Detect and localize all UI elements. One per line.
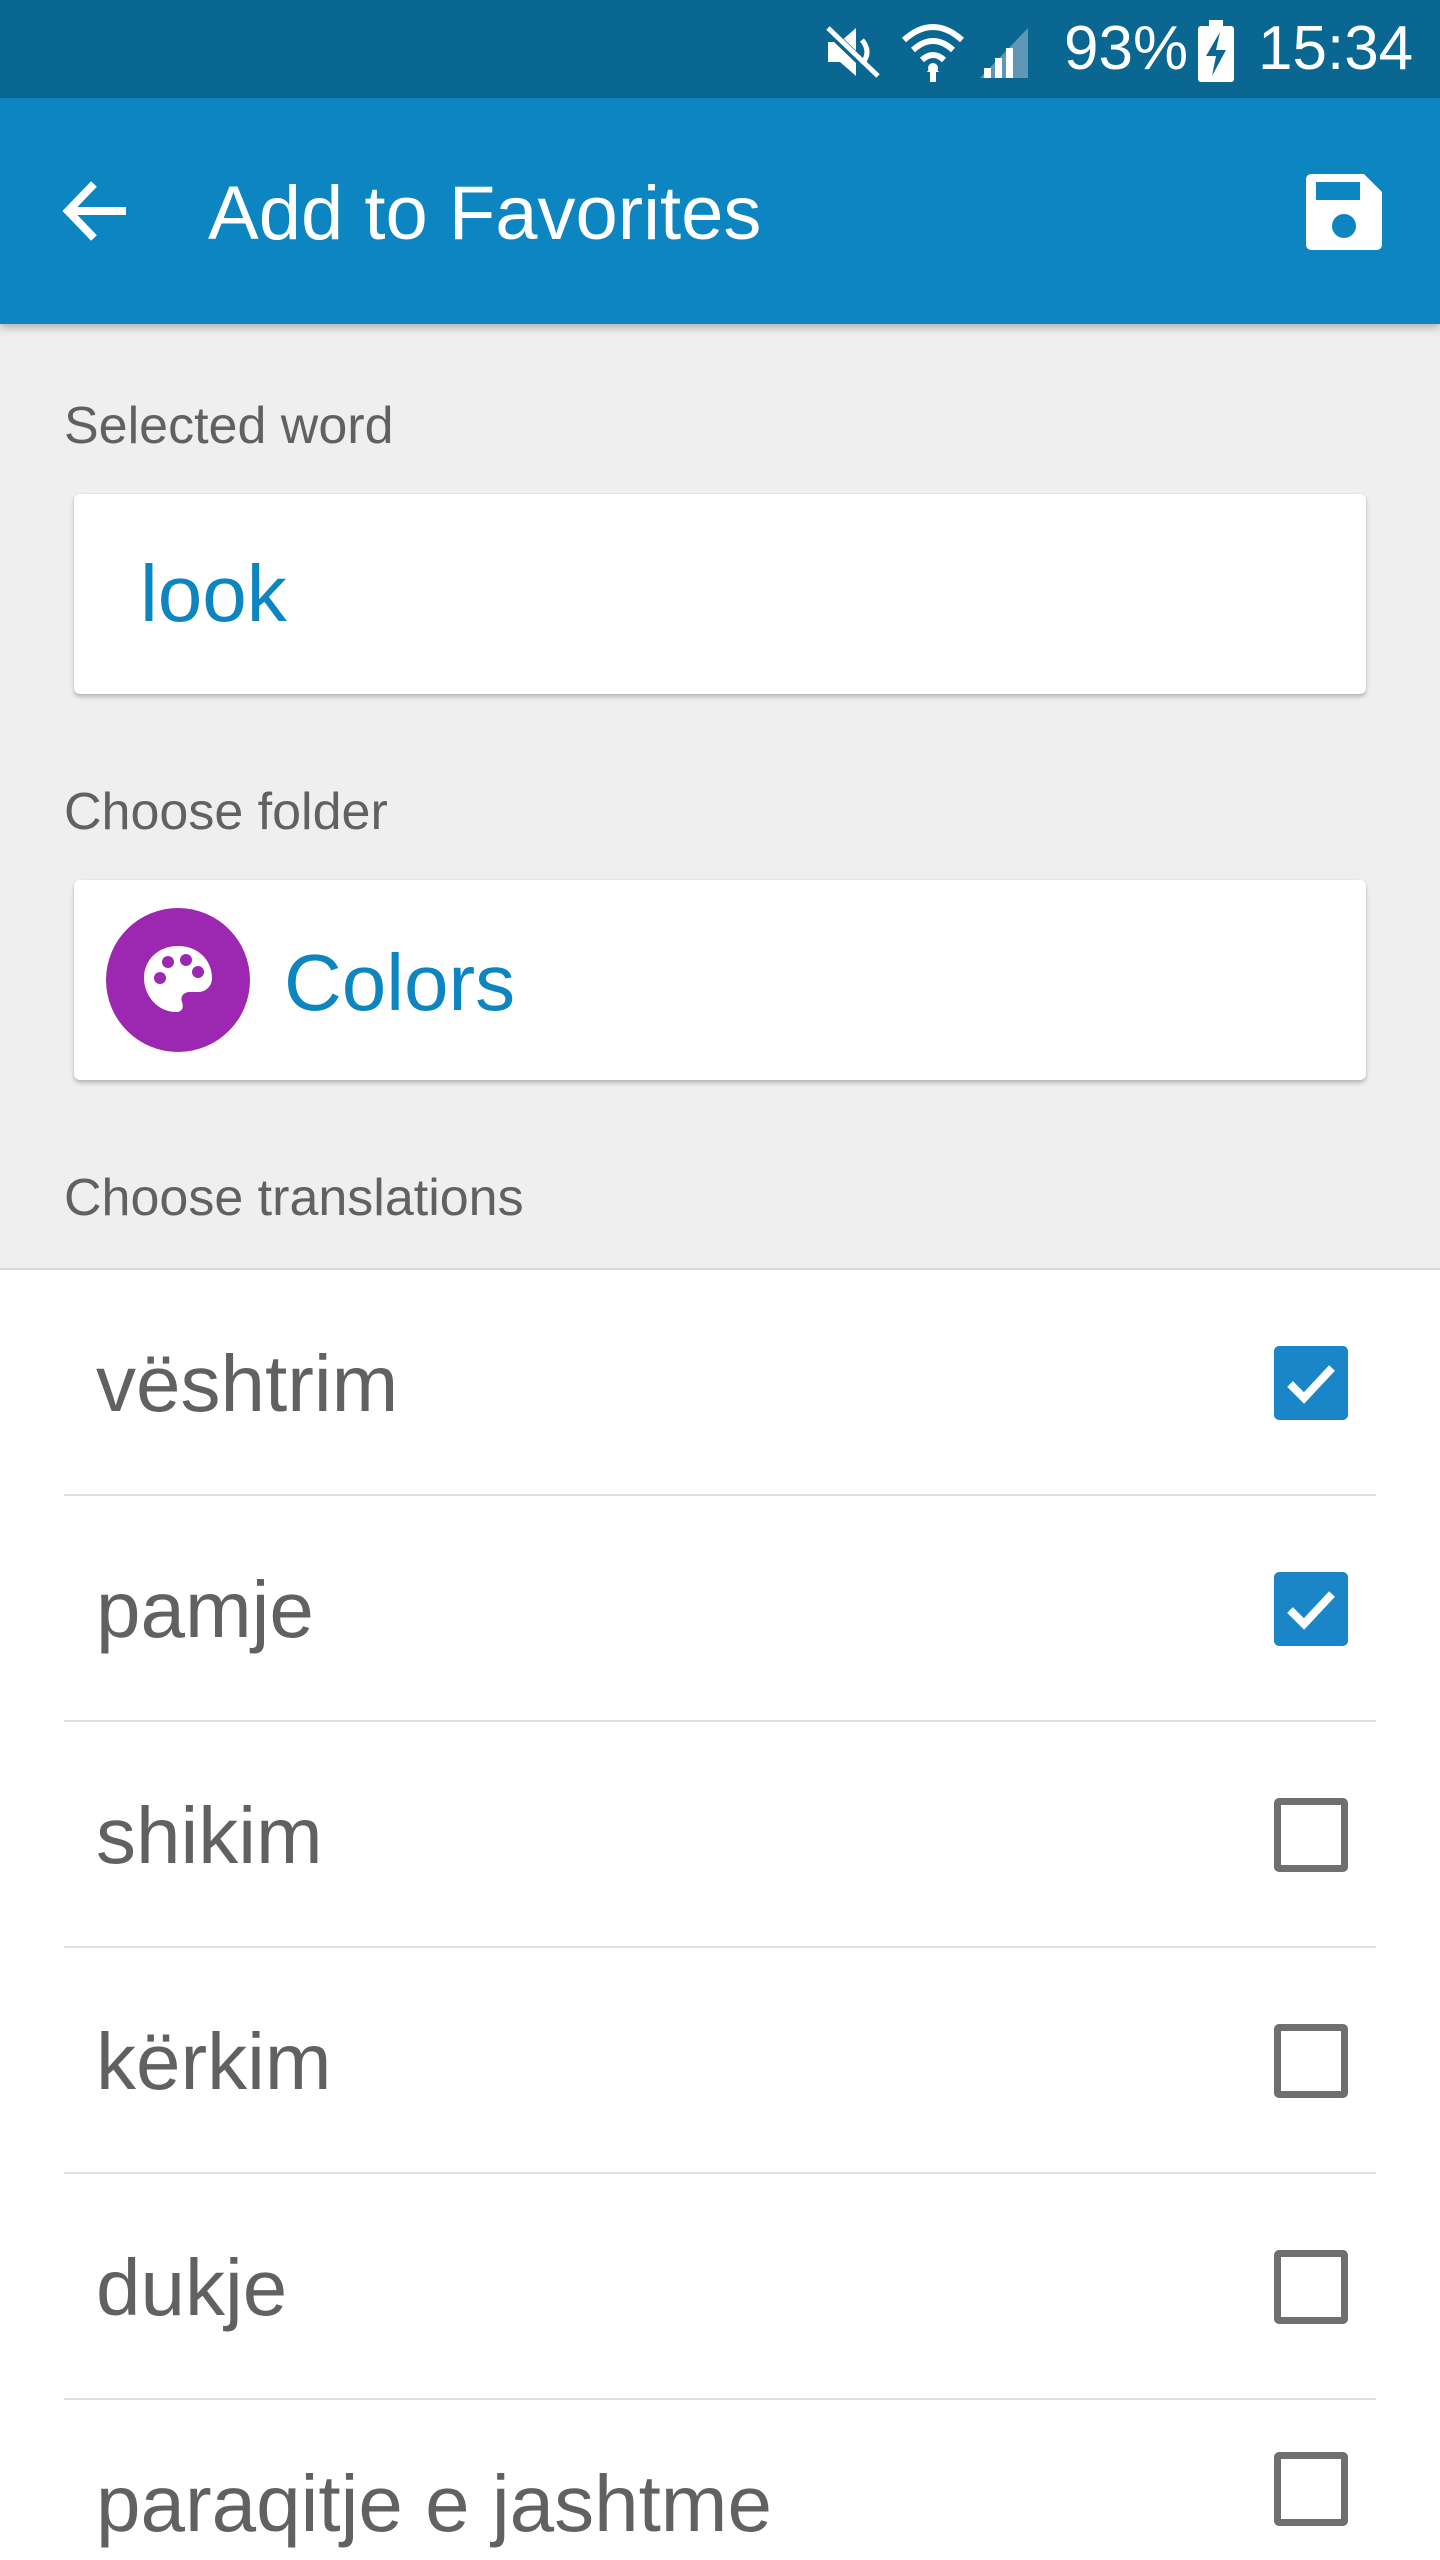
choose-folder-label: Choose folder bbox=[64, 783, 388, 841]
wifi-icon bbox=[900, 20, 966, 87]
checkbox-unchecked[interactable] bbox=[1274, 2250, 1348, 2324]
clock: 15:34 bbox=[1258, 14, 1414, 83]
folder-name: Colors bbox=[284, 938, 516, 1027]
save-icon bbox=[1306, 174, 1382, 250]
add-to-favorites-screen: 93% 15:34 Add to Favorites Selected word… bbox=[0, 0, 1440, 2560]
translation-row[interactable]: dukje bbox=[64, 2174, 1376, 2400]
translation-label: paraqitje e jashtme bbox=[96, 2459, 772, 2548]
form-area: Selected word Choose folder Colors Choos… bbox=[0, 324, 1440, 1270]
folder-selector[interactable]: Colors bbox=[74, 880, 1366, 1080]
save-button[interactable] bbox=[1296, 164, 1392, 260]
translation-label: vështrim bbox=[96, 1339, 399, 1428]
checkbox-checked[interactable] bbox=[1274, 1572, 1348, 1646]
translation-label: pamje bbox=[96, 1565, 314, 1654]
choose-translations-label: Choose translations bbox=[64, 1169, 524, 1227]
translation-row[interactable]: shikim bbox=[64, 1722, 1376, 1948]
back-button[interactable] bbox=[52, 168, 138, 254]
check-icon bbox=[1287, 1591, 1335, 1630]
translation-row[interactable]: pamje bbox=[64, 1496, 1376, 1722]
mute-icon bbox=[822, 22, 884, 87]
arrow-back-icon bbox=[62, 181, 126, 241]
checkbox-unchecked[interactable] bbox=[1274, 2024, 1348, 2098]
status-bar: 93% 15:34 bbox=[0, 0, 1440, 98]
check-icon bbox=[1287, 1365, 1335, 1404]
translation-label: dukje bbox=[96, 2243, 288, 2332]
battery-charging-icon bbox=[1196, 20, 1236, 89]
translation-row[interactable]: kërkim bbox=[64, 1948, 1376, 2174]
signal-icon bbox=[976, 24, 1032, 85]
selected-word-card bbox=[74, 494, 1366, 694]
translation-label: shikim bbox=[96, 1791, 323, 1880]
checkbox-unchecked[interactable] bbox=[1274, 2452, 1348, 2526]
palette-icon bbox=[106, 908, 250, 1052]
translation-row[interactable]: vështrim bbox=[64, 1270, 1376, 1496]
selected-word-label: Selected word bbox=[64, 397, 394, 455]
checkbox-checked[interactable] bbox=[1274, 1346, 1348, 1420]
battery-percent: 93% bbox=[1064, 14, 1189, 83]
selected-word-field[interactable] bbox=[140, 544, 1320, 644]
translation-row[interactable]: paraqitje e jashtme bbox=[64, 2400, 1376, 2560]
page-title: Add to Favorites bbox=[208, 171, 762, 256]
translation-label: kërkim bbox=[96, 2017, 332, 2106]
app-bar: Add to Favorites bbox=[0, 98, 1440, 324]
checkbox-unchecked[interactable] bbox=[1274, 1798, 1348, 1872]
